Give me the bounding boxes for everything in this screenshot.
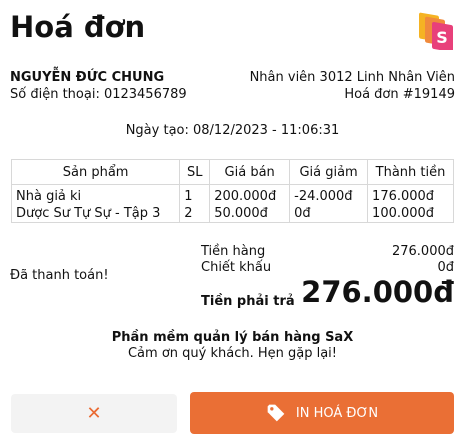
column-header-amount: Thành tiền <box>367 159 454 185</box>
subtotal-label: Tiền hàng <box>201 244 266 259</box>
tag-icon <box>267 404 285 422</box>
payment-status: Đã thanh toán! <box>10 268 109 283</box>
subtotal-value: 276.000đ <box>391 244 454 259</box>
sax-logo-icon: S <box>419 12 453 50</box>
cell-qty: 1 <box>179 184 211 205</box>
table-row: Dược Sư Tự Sự - Tập 3 2 50.000đ 0đ 100.0… <box>10 205 454 223</box>
discount-label: Chiết khấu <box>201 260 272 275</box>
print-invoice-button[interactable]: IN HOÁ ĐƠN <box>190 392 454 434</box>
cell-discount: -24.000đ <box>289 184 369 205</box>
table-header-row: Sản phẩm SL Giá bán Giá giảm Thành tiền <box>10 159 454 185</box>
column-header-discount: Giá giảm <box>289 159 369 185</box>
software-name: Phần mềm quản lý bán hàng SaX <box>111 330 354 345</box>
svg-text:S: S <box>436 28 448 47</box>
table-row: Nhà giả ki 1 200.000đ -24.000đ 176.000đ <box>10 184 454 205</box>
cell-qty: 2 <box>179 205 211 223</box>
cell-price: 50.000đ <box>209 205 291 223</box>
cell-amount: 176.000đ <box>367 184 454 205</box>
discount-value: 0đ <box>437 260 454 275</box>
page-title: Hoá đơn <box>10 10 146 44</box>
total-label: Tiền phải trả <box>201 294 295 309</box>
invoice-number: Hoá đơn #19149 <box>344 87 455 102</box>
column-header-product: Sản phẩm <box>10 159 181 185</box>
close-button[interactable]: ✕ <box>11 394 177 433</box>
column-header-price: Giá bán <box>209 159 291 185</box>
cell-discount: 0đ <box>289 205 369 223</box>
created-date: Ngày tạo: 08/12/2023 - 11:06:31 <box>125 123 340 138</box>
customer-name: NGUYỄN ĐỨC CHUNG <box>10 70 165 85</box>
cell-amount: 100.000đ <box>367 205 454 223</box>
close-icon: ✕ <box>86 403 102 424</box>
total-value: 276.000đ <box>301 275 454 309</box>
items-table: Sản phẩm SL Giá bán Giá giảm Thành tiền … <box>10 159 454 223</box>
customer-phone: Số điện thoại: 0123456789 <box>10 87 187 102</box>
cell-product: Nhà giả ki <box>10 184 181 205</box>
cell-price: 200.000đ <box>209 184 291 205</box>
cell-product: Dược Sư Tự Sự - Tập 3 <box>10 205 181 223</box>
print-invoice-label: IN HOÁ ĐƠN <box>295 405 379 421</box>
staff-name: Nhân viên 3012 Linh Nhân Viên <box>249 70 455 85</box>
column-header-qty: SL <box>179 159 211 185</box>
thank-you-message: Cảm ơn quý khách. Hẹn gặp lại! <box>127 346 337 361</box>
